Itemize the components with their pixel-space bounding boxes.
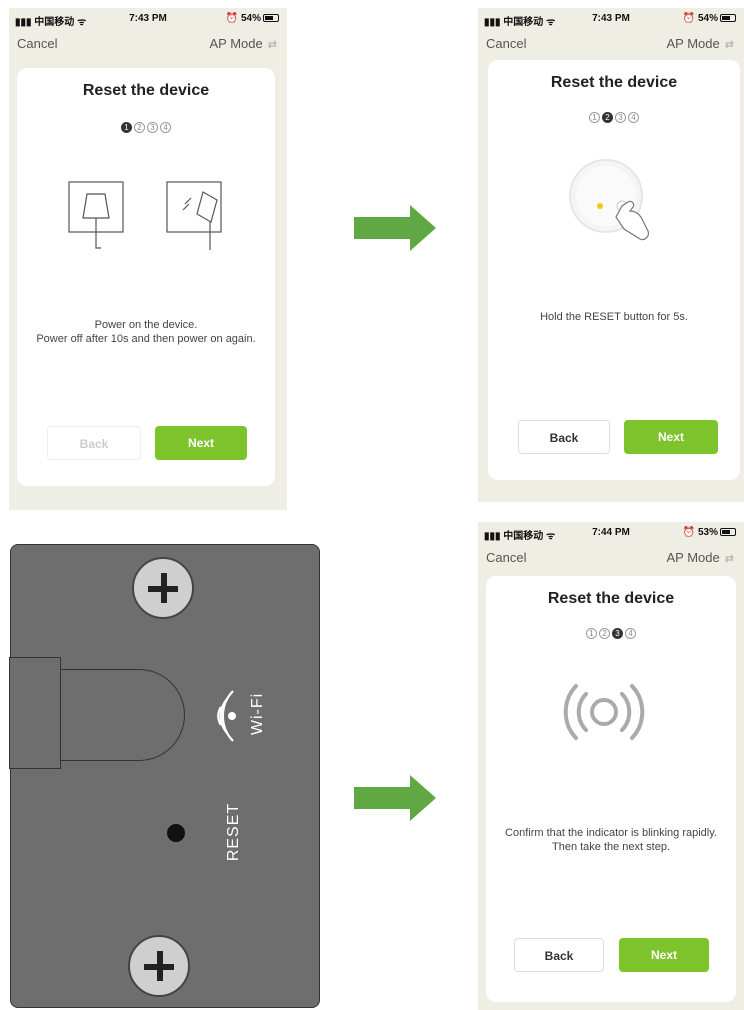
- reset-button[interactable]: [167, 824, 185, 842]
- swap-icon: ⇄: [721, 39, 734, 51]
- cancel-button[interactable]: Cancel: [17, 36, 57, 51]
- battery-percent: 54%: [240, 13, 261, 24]
- step-1: 1: [121, 122, 132, 133]
- ap-mode-toggle[interactable]: AP Mode ⇄: [666, 550, 734, 565]
- status-bar: ▮▮▮ 中国移动 ᯤ 7:44 PM ⏰ 53%: [478, 522, 744, 544]
- screw-top-icon: [132, 557, 194, 619]
- ap-mode-toggle[interactable]: AP Mode ⇄: [209, 36, 277, 51]
- antenna-housing: [61, 669, 185, 761]
- press-reset-illustration: [569, 159, 649, 241]
- step-3: 3: [615, 112, 626, 123]
- step-indicator: 1234: [486, 628, 736, 639]
- step-4: 4: [160, 122, 171, 133]
- swap-icon: ⇄: [264, 39, 277, 51]
- power-plug-illustration: [68, 181, 222, 250]
- alarm-icon: ⏰: [682, 13, 696, 24]
- swap-icon: ⇄: [721, 553, 734, 565]
- reset-label: RESET: [225, 802, 243, 862]
- screen-power-cycle: ▮▮▮ 中国移动 ᯤ 7:43 PM ⏰ 54% Cancel AP Mode …: [9, 8, 287, 510]
- instruction-card: Reset the device 1234 Hold the RESET but…: [488, 60, 740, 480]
- step-1: 1: [589, 112, 600, 123]
- screen-confirm-blinking: ▮▮▮ 中国移动 ᯤ 7:44 PM ⏰ 53% Cancel AP Mode …: [478, 522, 744, 1010]
- back-button[interactable]: Back: [514, 938, 604, 972]
- right-arrow-icon: [354, 205, 436, 251]
- step-2: 2: [134, 122, 145, 133]
- blinking-indicator-icon: [563, 684, 645, 740]
- battery-icon: [720, 14, 736, 23]
- ap-mode-label: AP Mode: [666, 550, 720, 565]
- back-button[interactable]: Back: [518, 420, 610, 454]
- instruction-card: Reset the device 1234 Confirm that the i…: [486, 576, 736, 1002]
- battery-percent: 53%: [697, 527, 718, 538]
- device-photo: Wi-Fi RESET: [9, 544, 320, 1008]
- nav-bar: Cancel AP Mode ⇄: [478, 32, 744, 56]
- next-button[interactable]: Next: [155, 426, 247, 460]
- step-indicator: 1234: [17, 122, 275, 133]
- nav-bar: Cancel AP Mode ⇄: [478, 546, 744, 570]
- next-button[interactable]: Next: [624, 420, 718, 454]
- wifi-signal-icon: [217, 690, 236, 742]
- step-2: 2: [602, 112, 613, 123]
- step-3: 3: [147, 122, 158, 133]
- ap-mode-toggle[interactable]: AP Mode ⇄: [666, 36, 734, 51]
- step-4: 4: [628, 112, 639, 123]
- next-button[interactable]: Next: [619, 938, 709, 972]
- page-title: Reset the device: [82, 82, 210, 99]
- screen-hold-reset: ▮▮▮ 中国移动 ᯤ 7:43 PM ⏰ 54% Cancel AP Mode …: [478, 8, 744, 502]
- page-title: Reset the device: [547, 590, 675, 607]
- alarm-icon: ⏰: [682, 527, 696, 538]
- status-bar: ▮▮▮ 中国移动 ᯤ 7:43 PM ⏰ 54%: [9, 8, 287, 30]
- step-indicator: 1234: [488, 112, 740, 123]
- instruction-card: Reset the device 1234 Power on the devic…: [17, 68, 275, 486]
- page-title: Reset the device: [550, 74, 678, 91]
- battery-percent: 54%: [697, 13, 718, 24]
- nav-bar: Cancel AP Mode ⇄: [9, 32, 287, 56]
- step-2: 2: [599, 628, 610, 639]
- cancel-button[interactable]: Cancel: [486, 550, 526, 565]
- battery-icon: [263, 14, 279, 23]
- mounting-tab: [9, 657, 61, 769]
- instruction-text: Power on the device. Power off after 10s…: [36, 319, 256, 345]
- step-1: 1: [586, 628, 597, 639]
- ap-mode-label: AP Mode: [666, 36, 720, 51]
- cancel-button[interactable]: Cancel: [486, 36, 526, 51]
- status-bar: ▮▮▮ 中国移动 ᯤ 7:43 PM ⏰ 54%: [478, 8, 744, 30]
- battery-icon: [720, 528, 736, 537]
- alarm-icon: ⏰: [225, 13, 239, 24]
- screw-bottom-icon: [128, 935, 190, 997]
- step-4: 4: [625, 628, 636, 639]
- right-arrow-icon: [354, 775, 436, 821]
- wifi-label: Wi-Fi: [249, 692, 267, 736]
- step-3: 3: [612, 628, 623, 639]
- back-button[interactable]: Back: [47, 426, 141, 460]
- ap-mode-label: AP Mode: [209, 36, 263, 51]
- instruction-text: Confirm that the indicator is blinking r…: [505, 827, 717, 853]
- instruction-text: Hold the RESET button for 5s.: [540, 311, 688, 323]
